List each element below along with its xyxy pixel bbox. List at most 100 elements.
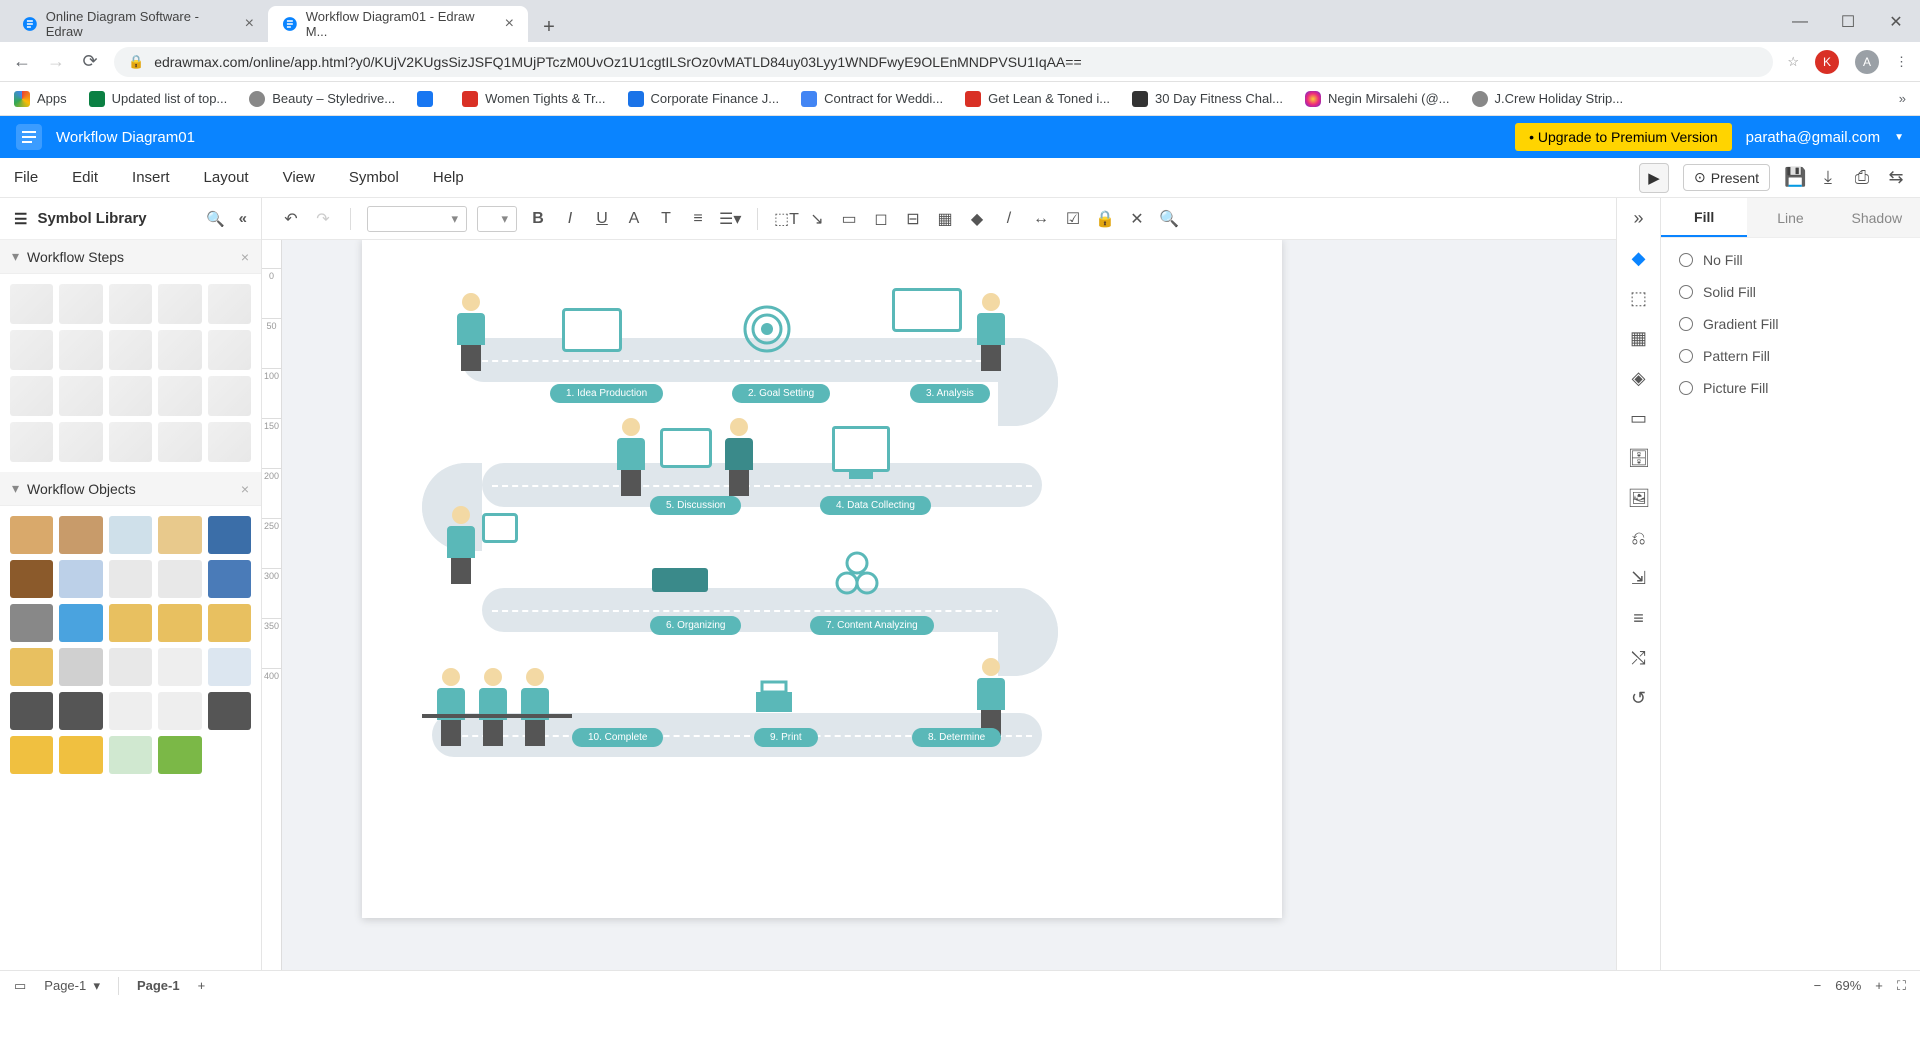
document-shape[interactable] xyxy=(562,308,622,352)
symbol-thumb[interactable] xyxy=(59,604,102,642)
screen-shape[interactable] xyxy=(660,428,712,468)
shape-icon[interactable]: ◻ xyxy=(870,209,892,229)
road-segment[interactable] xyxy=(482,463,1042,507)
bookmark-item[interactable]: Contract for Weddi... xyxy=(801,91,943,107)
gears-shape[interactable] xyxy=(832,548,892,598)
export-icon[interactable]: ⇲ xyxy=(1628,568,1650,590)
line-style-icon[interactable]: / xyxy=(998,210,1020,228)
save-icon[interactable]: 💾 xyxy=(1784,167,1804,188)
close-section-icon[interactable]: × xyxy=(241,249,249,265)
align-text-icon[interactable]: ≡ xyxy=(687,210,709,228)
symbol-thumb[interactable] xyxy=(10,376,53,416)
fill-option-pattern[interactable]: Pattern Fill xyxy=(1679,348,1902,364)
table-shape[interactable] xyxy=(422,714,572,718)
symbol-thumb[interactable] xyxy=(158,560,201,598)
print-icon[interactable]: ⎙ xyxy=(1852,167,1872,188)
underline-icon[interactable]: U xyxy=(591,210,613,228)
symbol-thumb[interactable] xyxy=(208,560,251,598)
tab-shadow[interactable]: Shadow xyxy=(1834,198,1920,237)
tools-icon[interactable]: ✕ xyxy=(1126,209,1148,229)
person-shape[interactable] xyxy=(516,668,554,748)
symbol-thumb[interactable] xyxy=(10,736,53,774)
section-workflow-steps[interactable]: ▾ Workflow Steps × xyxy=(0,240,261,274)
symbol-thumb[interactable] xyxy=(158,284,201,324)
step-label[interactable]: 1. Idea Production xyxy=(550,384,663,403)
bookmark-apps[interactable]: Apps xyxy=(14,91,67,107)
new-tab-button[interactable]: + xyxy=(534,12,564,42)
symbol-thumb[interactable] xyxy=(10,422,53,462)
symbol-thumb[interactable] xyxy=(10,560,53,598)
symbol-thumb[interactable] xyxy=(109,330,152,370)
list-icon[interactable]: ☰▾ xyxy=(719,209,741,229)
chart-shape[interactable] xyxy=(892,288,962,332)
extension-icon[interactable]: K xyxy=(1815,50,1839,74)
step-label[interactable]: 5. Discussion xyxy=(650,496,741,515)
symbol-thumb[interactable] xyxy=(59,736,102,774)
document-title[interactable]: Workflow Diagram01 xyxy=(56,129,195,146)
menu-help[interactable]: Help xyxy=(433,169,464,186)
bookmarks-overflow[interactable]: » xyxy=(1899,91,1906,106)
radio-input[interactable] xyxy=(1679,381,1693,395)
font-family-select[interactable]: ▾ xyxy=(367,206,467,232)
image-icon[interactable]: 🖼 xyxy=(1628,488,1650,510)
step-label[interactable]: 9. Print xyxy=(754,728,818,747)
fill-option-picture[interactable]: Picture Fill xyxy=(1679,380,1902,396)
target-shape[interactable] xyxy=(742,304,792,354)
url-input[interactable]: 🔒 edrawmax.com/online/app.html?y0/KUjV2K… xyxy=(114,47,1773,77)
share-icon[interactable]: ⇆ xyxy=(1886,167,1906,188)
menu-layout[interactable]: Layout xyxy=(204,169,249,186)
fit-screen-icon[interactable]: ⛶ xyxy=(1897,978,1906,994)
person-shape[interactable] xyxy=(452,293,490,373)
menu-insert[interactable]: Insert xyxy=(132,169,170,186)
bookmark-item[interactable]: 30 Day Fitness Chal... xyxy=(1132,91,1283,107)
tab-fill[interactable]: Fill xyxy=(1661,198,1747,237)
radio-input[interactable] xyxy=(1679,317,1693,331)
fill-option-nofill[interactable]: No Fill xyxy=(1679,252,1902,268)
card-shape[interactable] xyxy=(482,513,518,543)
bookmark-item[interactable]: Beauty – Styledrive... xyxy=(249,91,395,107)
person-shape[interactable] xyxy=(972,658,1010,738)
search-icon[interactable]: 🔍 xyxy=(206,210,225,228)
symbol-thumb[interactable] xyxy=(59,516,102,554)
zoom-out-button[interactable]: − xyxy=(1814,978,1822,993)
step-label[interactable]: 8. Determine xyxy=(912,728,1001,747)
symbol-thumb[interactable] xyxy=(10,648,53,686)
person-shape[interactable] xyxy=(972,293,1010,373)
person-shape[interactable] xyxy=(474,668,512,748)
symbol-thumb[interactable] xyxy=(208,516,251,554)
symbol-thumb[interactable] xyxy=(208,604,251,642)
symbol-thumb[interactable] xyxy=(59,284,102,324)
text-box-icon[interactable]: ⬚T xyxy=(774,209,796,229)
close-icon[interactable]: × xyxy=(505,15,514,33)
fill-option-solid[interactable]: Solid Fill xyxy=(1679,284,1902,300)
person-shape[interactable] xyxy=(612,418,650,498)
step-label[interactable]: 6. Organizing xyxy=(650,616,741,635)
bookmark-item[interactable]: Get Lean & Toned i... xyxy=(965,91,1110,107)
step-label[interactable]: 10. Complete xyxy=(572,728,663,747)
step-label[interactable]: 2. Goal Setting xyxy=(732,384,830,403)
fill-bucket-icon[interactable]: ◆ xyxy=(966,209,988,229)
symbol-thumb[interactable] xyxy=(109,560,152,598)
symbol-thumb[interactable] xyxy=(10,516,53,554)
fill-option-gradient[interactable]: Gradient Fill xyxy=(1679,316,1902,332)
align-icon[interactable]: ≡ xyxy=(1628,608,1650,630)
italic-icon[interactable]: I xyxy=(559,210,581,228)
back-button[interactable]: ← xyxy=(12,51,32,72)
tab-1[interactable]: Workflow Diagram01 - Edraw M... × xyxy=(268,6,528,42)
menu-view[interactable]: View xyxy=(283,169,315,186)
symbol-thumb[interactable] xyxy=(59,376,102,416)
symbol-thumb[interactable] xyxy=(158,516,201,554)
radio-input[interactable] xyxy=(1679,285,1693,299)
shuffle-icon[interactable]: ⤭ xyxy=(1628,648,1650,670)
monitor-shape[interactable] xyxy=(832,426,890,472)
minimize-button[interactable]: — xyxy=(1776,2,1824,42)
symbol-thumb[interactable] xyxy=(208,648,251,686)
bookmark-item[interactable]: J.Crew Holiday Strip... xyxy=(1472,91,1624,107)
symbol-thumb[interactable] xyxy=(158,692,201,730)
person-shape[interactable] xyxy=(720,418,758,498)
history-icon[interactable]: ↺ xyxy=(1628,688,1650,710)
bookmark-item[interactable]: Corporate Finance J... xyxy=(628,91,780,107)
undo-icon[interactable]: ↶ xyxy=(280,209,302,229)
forward-button[interactable]: → xyxy=(46,51,66,72)
maximize-button[interactable]: ☐ xyxy=(1824,2,1872,42)
